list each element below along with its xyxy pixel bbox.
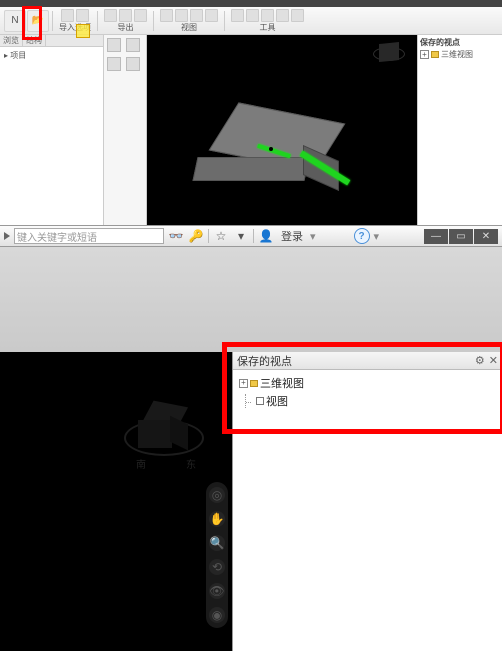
play-icon[interactable] xyxy=(4,232,10,240)
view-cube-top[interactable] xyxy=(369,41,409,81)
pan-icon[interactable]: ✋ xyxy=(209,511,225,527)
marker-dot xyxy=(269,147,273,151)
cube-icon xyxy=(256,397,264,405)
tool-icon-c[interactable] xyxy=(291,9,304,22)
saved-view-item-view[interactable]: 视图 xyxy=(239,392,496,410)
left-tab-browse[interactable]: 浏览 xyxy=(0,35,23,46)
export-icon[interactable] xyxy=(104,9,117,22)
panel-options-icon[interactable]: ⚙ xyxy=(475,354,485,367)
mid-tool-strip xyxy=(104,35,147,225)
window-title-bar xyxy=(0,0,502,7)
open-button[interactable]: 📂 xyxy=(27,10,49,32)
ribbon-group-tools: 工具 xyxy=(228,9,307,33)
mid-tool-1[interactable] xyxy=(107,38,121,52)
measure-icon[interactable] xyxy=(246,9,259,22)
login-label[interactable]: 登录 xyxy=(278,228,306,244)
mid-toolbar: 键入关键字或短语 👓 🔑 ☆ ▾ 👤 登录 ▾ ? ▾ — ▭ ✕ xyxy=(0,225,502,247)
expand-icon[interactable]: + xyxy=(420,50,429,59)
view-icon-2[interactable] xyxy=(175,9,188,22)
binoculars-icon[interactable]: 👓 xyxy=(168,228,184,244)
3d-viewport-top[interactable] xyxy=(147,35,417,225)
folder-icon xyxy=(431,51,439,58)
tool-icon-b[interactable] xyxy=(276,9,289,22)
select-icon[interactable] xyxy=(231,9,244,22)
search-placeholder: 键入关键字或短语 xyxy=(17,229,97,244)
app-menu-button[interactable]: N xyxy=(4,10,26,32)
ribbon-group-label: 导出 xyxy=(118,22,134,33)
viewcube-label-east: 东 xyxy=(186,456,196,471)
import-icon[interactable] xyxy=(61,9,74,22)
folder-icon xyxy=(250,380,258,387)
close-button[interactable]: ✕ xyxy=(474,229,498,244)
help-button[interactable]: ? xyxy=(354,228,370,244)
panel-title: 保存的视点 xyxy=(237,353,292,369)
view-icon-3[interactable] xyxy=(190,9,203,22)
orbit-icon[interactable]: ⟲ xyxy=(209,559,225,575)
view-icon-4[interactable] xyxy=(205,9,218,22)
refresh-icon[interactable] xyxy=(76,9,89,22)
tree-connector xyxy=(245,394,254,408)
mid-tool-2[interactable] xyxy=(126,38,140,52)
saved-view-label: 视图 xyxy=(266,393,288,409)
ribbon-group-export: 导出 xyxy=(101,9,150,33)
search-input[interactable]: 键入关键字或短语 xyxy=(14,228,164,244)
ribbon-group-view: 视图 xyxy=(157,9,221,33)
view-icon-1[interactable] xyxy=(160,9,173,22)
user-icon[interactable]: 👤 xyxy=(258,228,274,244)
left-tree-panel: 浏览 结构 ▸ 项目 xyxy=(0,35,104,225)
annotation-highlight-yellow xyxy=(76,24,90,38)
look-icon[interactable]: 👁 xyxy=(209,583,225,599)
viewcube-label-south: 南 xyxy=(136,456,146,471)
3d-viewport-bottom[interactable]: 南 东 ◎ ✋ 🔍 ⟲ 👁 ◉ xyxy=(0,352,232,651)
panel-close-icon[interactable]: ✕ xyxy=(489,354,498,367)
steering-wheel-icon[interactable]: ◎ xyxy=(209,487,225,503)
ribbon-group-label: 视图 xyxy=(181,22,197,33)
mid-tool-3[interactable] xyxy=(107,57,121,71)
tree-item-root[interactable]: ▸ 项目 xyxy=(2,49,101,62)
saved-view-label: 三维视图 xyxy=(260,375,304,391)
nav-tool-icon[interactable]: ◉ xyxy=(209,607,225,623)
left-tab-structure[interactable]: 结构 xyxy=(23,35,46,46)
save-icon[interactable] xyxy=(119,9,132,22)
expand-icon[interactable]: + xyxy=(239,379,248,388)
saved-views-panel: 保存的视点 ⚙ ✕ + 三维视图 视图 xyxy=(232,352,502,651)
view-cube-bottom[interactable]: 南 东 xyxy=(120,380,212,472)
saved-views-panel-top: 保存的视点 + 三维视图 xyxy=(417,35,502,225)
key-icon[interactable]: 🔑 xyxy=(188,228,204,244)
saved-view-item-3d[interactable]: + 三维视图 xyxy=(239,374,496,392)
chevron-down-icon[interactable]: ▾ xyxy=(233,228,249,244)
tool-icon-a[interactable] xyxy=(261,9,274,22)
navigation-wheel: ◎ ✋ 🔍 ⟲ 👁 ◉ xyxy=(206,482,228,628)
saved-view-item-top[interactable]: + 三维视图 xyxy=(420,48,500,61)
star-icon[interactable]: ☆ xyxy=(213,228,229,244)
saveas-icon[interactable] xyxy=(134,9,147,22)
zoom-icon[interactable]: 🔍 xyxy=(209,535,225,551)
mid-tool-4[interactable] xyxy=(126,57,140,71)
saved-view-label-top: 三维视图 xyxy=(441,49,473,60)
ribbon-group-label: 工具 xyxy=(260,22,276,33)
restore-button[interactable]: ▭ xyxy=(449,229,473,244)
panel-title-top: 保存的视点 xyxy=(420,37,500,48)
empty-gray-area xyxy=(0,247,502,352)
minimize-button[interactable]: — xyxy=(424,229,448,244)
